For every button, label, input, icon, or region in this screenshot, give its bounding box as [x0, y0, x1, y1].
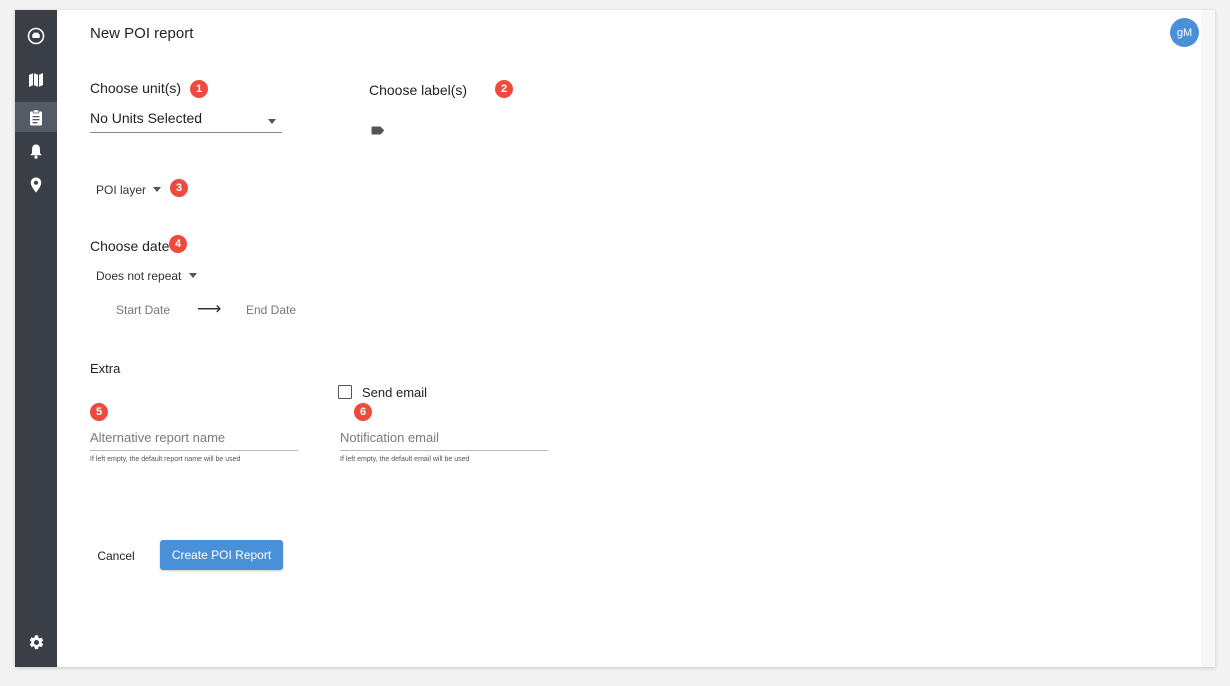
- extra-label: Extra: [90, 361, 121, 376]
- step-badge-6: 6: [354, 403, 372, 421]
- notification-email-input[interactable]: [340, 430, 548, 445]
- sidebar-item-reports[interactable]: [15, 102, 57, 132]
- step-badge-3: 3: [170, 179, 188, 197]
- send-email-label[interactable]: Send email: [362, 385, 427, 400]
- cancel-button[interactable]: Cancel: [88, 543, 144, 569]
- car-icon: [27, 27, 45, 45]
- report-name-helper: If left empty, the default report name w…: [90, 456, 241, 463]
- units-label: Choose unit(s): [90, 80, 182, 96]
- sidebar-item-settings[interactable]: [15, 627, 57, 657]
- clipboard-icon: [29, 108, 43, 126]
- labels-label: Choose label(s): [369, 82, 468, 98]
- sidebar-item-vehicles[interactable]: [15, 21, 57, 51]
- map-icon: [28, 72, 44, 88]
- avatar[interactable]: gM: [1170, 18, 1199, 47]
- bell-icon: [29, 143, 43, 159]
- poi-layer-label: POI layer: [96, 183, 147, 197]
- chevron-down-icon: [268, 119, 276, 124]
- units-select[interactable]: No Units Selected: [90, 106, 282, 133]
- repeat-label: Does not repeat: [96, 269, 182, 283]
- date-label: Choose date: [90, 238, 170, 254]
- sidebar-item-pois[interactable]: [15, 170, 57, 200]
- start-date[interactable]: Start Date: [116, 303, 170, 317]
- report-name-field[interactable]: [90, 420, 298, 451]
- caret-down-icon: [153, 187, 162, 192]
- step-badge-5: 5: [90, 403, 108, 421]
- report-name-input[interactable]: [90, 430, 298, 445]
- caret-down-icon: [188, 273, 197, 278]
- page-title: New POI report: [90, 25, 194, 42]
- scroll-track: [1201, 10, 1215, 667]
- gear-icon: [28, 634, 45, 651]
- notification-email-field[interactable]: [340, 420, 548, 451]
- arrow-right-icon: ⟶: [197, 299, 222, 318]
- units-select-value: No Units Selected: [90, 110, 203, 126]
- map-pin-icon: [30, 177, 42, 193]
- send-email-checkbox[interactable]: [338, 385, 352, 399]
- notification-email-helper: If left empty, the default email will be…: [340, 456, 470, 463]
- step-badge-4: 4: [169, 235, 187, 253]
- sidebar: [15, 10, 57, 667]
- poi-layer-dropdown[interactable]: POI layer: [96, 183, 162, 197]
- end-date[interactable]: End Date: [246, 303, 296, 317]
- tag-icon[interactable]: [371, 122, 385, 140]
- sidebar-item-alerts[interactable]: [15, 136, 57, 166]
- step-badge-2: 2: [495, 80, 513, 98]
- create-report-button[interactable]: Create POI Report: [160, 540, 283, 570]
- sidebar-item-map[interactable]: [15, 65, 57, 95]
- repeat-dropdown[interactable]: Does not repeat: [96, 269, 197, 283]
- app-window: New POI report gM Choose unit(s) 1 No Un…: [15, 10, 1215, 667]
- step-badge-1: 1: [190, 80, 208, 98]
